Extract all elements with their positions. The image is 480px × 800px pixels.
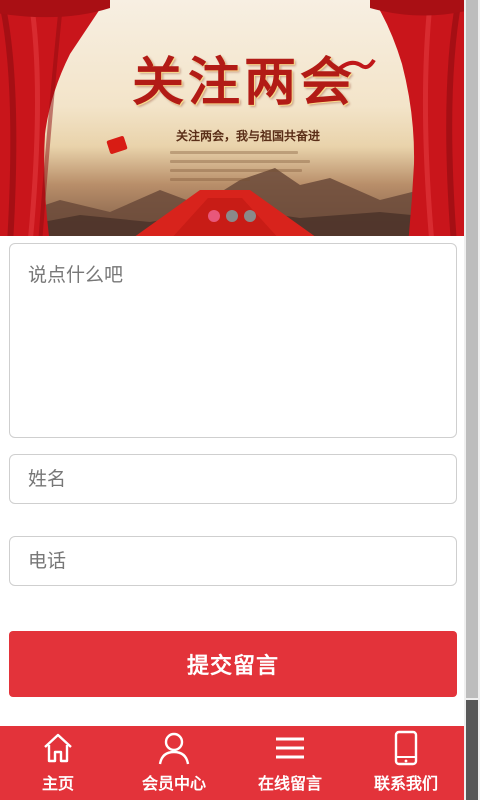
carousel-dots bbox=[0, 210, 464, 222]
nav-label-member-center: 会员中心 bbox=[141, 774, 206, 793]
banner-text-line bbox=[170, 160, 310, 163]
left-curtain-illustration bbox=[0, 0, 110, 236]
banner-text-line bbox=[170, 169, 302, 172]
banner-carousel[interactable]: 关注两会 关注两会，我与祖国共奋进 bbox=[0, 0, 464, 236]
nav-label-home: 主页 bbox=[41, 774, 74, 793]
banner-title: 关注两会 bbox=[132, 52, 357, 113]
nav-item-online-message[interactable]: 在线留言 bbox=[232, 726, 348, 800]
page-scrollbar[interactable] bbox=[464, 0, 480, 800]
page: 关注两会 关注两会，我与祖国共奋进 说点什么吧 姓名 电话 提交留言 主页 会员… bbox=[0, 0, 480, 800]
nav-label-contact-us: 联系我们 bbox=[373, 774, 438, 793]
submit-button[interactable]: 提交留言 bbox=[9, 631, 457, 697]
menu-icon bbox=[276, 737, 304, 759]
home-icon bbox=[44, 733, 72, 763]
phone-input[interactable]: 电话 bbox=[9, 536, 457, 586]
banner-subtitle: 关注两会，我与祖国共奋进 bbox=[176, 129, 321, 143]
scrollbar-thumb[interactable] bbox=[466, 700, 478, 800]
name-input[interactable]: 姓名 bbox=[9, 454, 457, 504]
scrollbar-track-upper[interactable] bbox=[466, 0, 478, 698]
carousel-dot-3[interactable] bbox=[244, 210, 256, 222]
nav-item-home[interactable]: 主页 bbox=[0, 726, 116, 800]
banner-text-line bbox=[170, 178, 250, 181]
message-textarea[interactable]: 说点什么吧 bbox=[9, 243, 457, 438]
bottom-nav: 主页 会员中心 在线留言 联系我们 bbox=[0, 726, 464, 800]
nav-item-contact-us[interactable]: 联系我们 bbox=[348, 726, 464, 800]
nav-item-member-center[interactable]: 会员中心 bbox=[116, 726, 232, 800]
banner-text-line bbox=[170, 151, 298, 154]
phone-icon bbox=[394, 730, 418, 766]
carousel-dot-2[interactable] bbox=[226, 210, 238, 222]
user-icon bbox=[158, 732, 190, 765]
carousel-dot-1[interactable] bbox=[208, 210, 220, 222]
main-content: 关注两会 关注两会，我与祖国共奋进 说点什么吧 姓名 电话 提交留言 主页 会员… bbox=[0, 0, 464, 800]
nav-label-online-message: 在线留言 bbox=[257, 774, 322, 793]
right-curtain-illustration bbox=[370, 0, 464, 236]
